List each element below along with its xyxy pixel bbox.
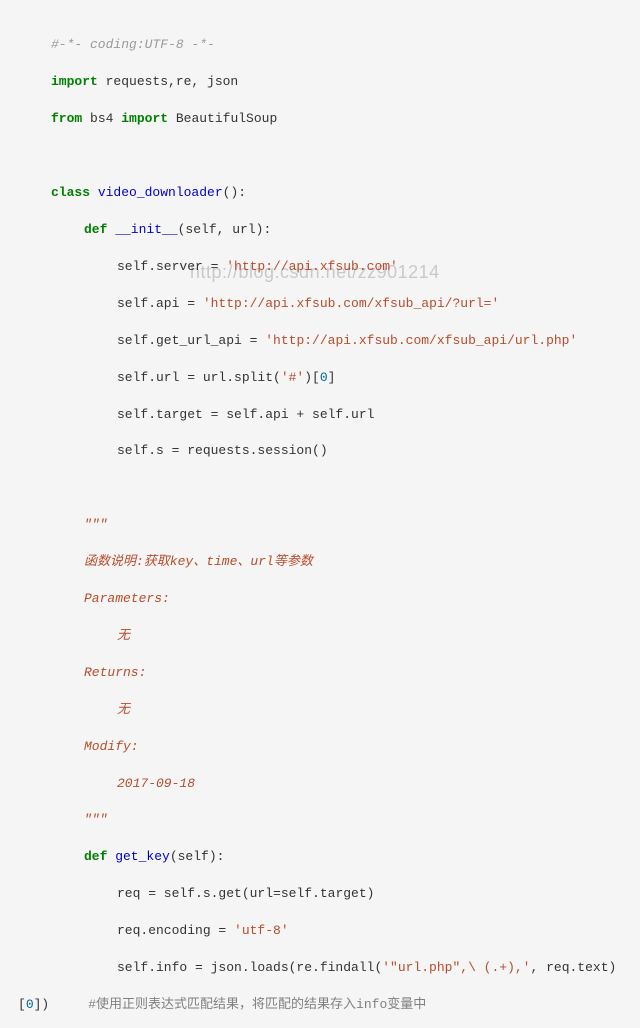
req-enc-pre: req.encoding = — [117, 923, 234, 938]
assign-api: self.api = — [117, 296, 203, 311]
req-get-pre: req = self.s.get(url — [117, 886, 273, 901]
docstring-close: """ — [84, 812, 107, 827]
num-zero: 0 — [320, 370, 328, 385]
split-end: ] — [328, 370, 336, 385]
from-module: bs4 — [82, 111, 121, 126]
comment-coding: #-*- coding:UTF-8 -*- — [51, 37, 215, 52]
code-block: #-*- coding:UTF-8 -*- import requests,re… — [0, 0, 640, 1028]
getkey-args: (self): — [170, 849, 225, 864]
req-get-eq: = — [273, 886, 281, 901]
class-name: video_downloader — [90, 185, 223, 200]
kw-import: import — [51, 74, 98, 89]
str-server: 'http://api.xfsub.com' — [226, 259, 398, 274]
str-utf8: 'utf-8' — [234, 923, 289, 938]
kw-def-getkey: def — [84, 849, 107, 864]
assign-target: self.target = self.api + self.url — [117, 407, 374, 422]
str-geturl: 'http://api.xfsub.com/xfsub_api/url.php' — [265, 333, 577, 348]
doc-params: Parameters: — [84, 591, 170, 606]
comment-cn: #使用正则表达式匹配结果，将匹配的结果存入info变量中 — [88, 997, 426, 1012]
split-mid: )[ — [304, 370, 320, 385]
kw-class: class — [51, 185, 90, 200]
fn-getkey: get_key — [107, 849, 169, 864]
kw-from: from — [51, 111, 82, 126]
class-paren: (): — [223, 185, 246, 200]
import-name: BeautifulSoup — [168, 111, 277, 126]
docstring-open: """ — [84, 517, 107, 532]
str-hash: '#' — [281, 370, 304, 385]
doc-modify: Modify: — [84, 739, 139, 754]
idx-num: 0 — [26, 997, 34, 1012]
assign-geturl: self.get_url_api = — [117, 333, 265, 348]
idx-close: ]) — [34, 997, 50, 1012]
idx-open: [ — [18, 997, 26, 1012]
import-modules: requests,re, json — [98, 74, 238, 89]
doc-params-none: 无 — [117, 628, 130, 643]
doc-desc: 函数说明:获取key、time、url等参数 — [84, 554, 313, 569]
kw-def-init: def — [84, 222, 107, 237]
fn-init: __init__ — [107, 222, 177, 237]
assign-server: self.server = — [117, 259, 226, 274]
str-regex: '"url.php",\ (.+),' — [382, 960, 530, 975]
doc-date: 2017-09-18 — [117, 776, 195, 791]
doc-returns: Returns: — [84, 665, 146, 680]
info-pre: self.info = json.loads(re.findall( — [117, 960, 382, 975]
assign-url-pre: self.url = url.split( — [117, 370, 281, 385]
info-post: , req.text) — [530, 960, 616, 975]
str-api: 'http://api.xfsub.com/xfsub_api/?url=' — [203, 296, 499, 311]
assign-session: self.s = requests.session() — [117, 443, 328, 458]
kw-import2: import — [121, 111, 168, 126]
req-get-post: self.target) — [281, 886, 375, 901]
init-args: (self, url): — [178, 222, 272, 237]
doc-returns-none: 无 — [117, 702, 130, 717]
